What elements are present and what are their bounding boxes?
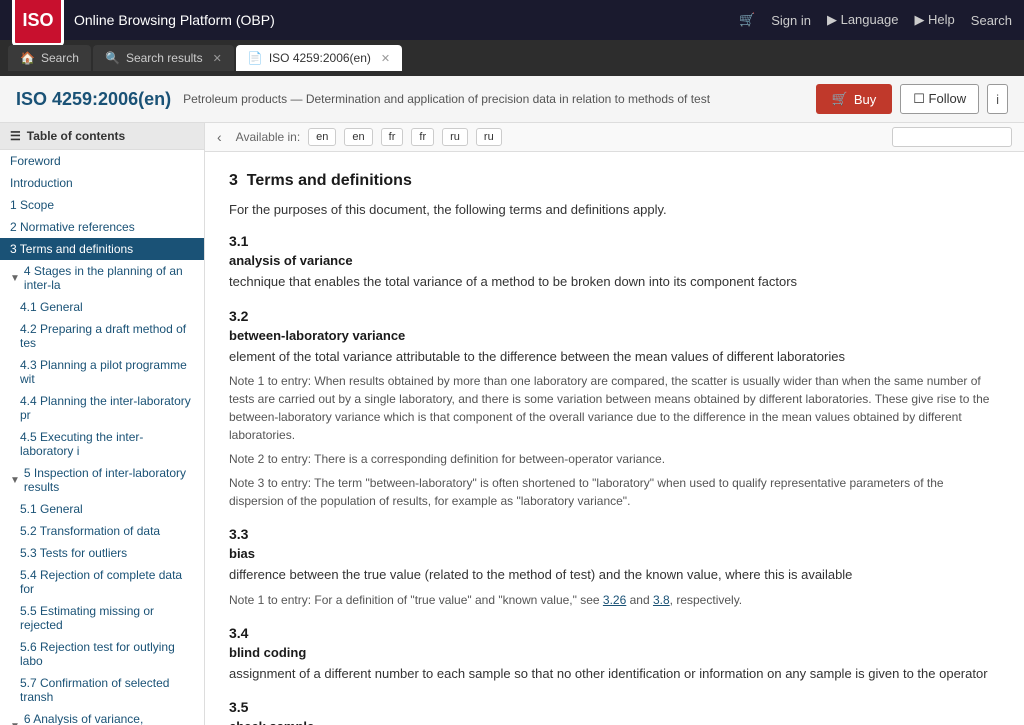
toc-s3[interactable]: 3 Terms and definitions bbox=[0, 238, 204, 260]
section-intro: For the purposes of this document, the f… bbox=[229, 202, 1000, 217]
lang-ru1[interactable]: ru bbox=[442, 128, 468, 146]
tab-home[interactable]: 🏠 Search bbox=[8, 45, 91, 71]
term-3-3-name: bias bbox=[229, 546, 1000, 561]
toc-introduction[interactable]: Introduction bbox=[0, 172, 204, 194]
lang-fr1[interactable]: fr bbox=[381, 128, 404, 146]
ref-3-8[interactable]: 3.8 bbox=[653, 593, 670, 607]
search-icon: 🔍 bbox=[105, 51, 120, 65]
header-actions: 🛒 Sign in ▶ Language ▶ Help Search bbox=[739, 12, 1012, 28]
tab-doc-close[interactable]: ✕ bbox=[381, 52, 390, 65]
checkbox-icon: ☐ bbox=[913, 91, 925, 106]
ref-3-26[interactable]: 3.26 bbox=[603, 593, 626, 607]
toc-s4-4[interactable]: 4.4 Planning the inter-laboratory pr bbox=[0, 390, 204, 426]
content-area: ‹ Available in: en en fr fr ru ru 3 Term… bbox=[205, 123, 1024, 725]
toc-s5-2[interactable]: 5.2 Transformation of data bbox=[0, 520, 204, 542]
tab-results-label: Search results bbox=[126, 51, 203, 65]
search-link[interactable]: Search bbox=[971, 13, 1012, 28]
tab-doc-label: ISO 4259:2006(en) bbox=[269, 51, 371, 65]
doc-actions: 🛒 Buy ☐ Follow i bbox=[816, 84, 1008, 114]
top-header: ISO Online Browsing Platform (OBP) 🛒 Sig… bbox=[0, 0, 1024, 40]
term-3-1-number: 3.1 bbox=[229, 233, 1000, 249]
language-dropdown[interactable]: ▶ Language bbox=[827, 12, 898, 28]
toc-s5-7[interactable]: 5.7 Confirmation of selected transh bbox=[0, 672, 204, 708]
doc-content: 3 Terms and definitions For the purposes… bbox=[205, 152, 1024, 725]
toc-s4-5[interactable]: 4.5 Executing the inter-laboratory i bbox=[0, 426, 204, 462]
term-3-5-number: 3.5 bbox=[229, 699, 1000, 715]
toc-s4-1[interactable]: 4.1 General bbox=[0, 296, 204, 318]
lang-fr2[interactable]: fr bbox=[411, 128, 434, 146]
toc-s4-3[interactable]: 4.3 Planning a pilot programme wit bbox=[0, 354, 204, 390]
buy-button[interactable]: 🛒 Buy bbox=[816, 84, 893, 114]
toc-s5-header[interactable]: ▼5 Inspection of inter-laboratory result… bbox=[0, 462, 204, 498]
lang-search-area bbox=[892, 127, 1012, 147]
lang-bar: ‹ Available in: en en fr fr ru ru bbox=[205, 123, 1024, 152]
term-3-2-name: between-laboratory variance bbox=[229, 328, 1000, 343]
iso-logo: ISO bbox=[12, 0, 64, 46]
term-3-3-number: 3.3 bbox=[229, 526, 1000, 542]
toc-title: Table of contents bbox=[27, 129, 125, 143]
term-3-2-note1: Note 1 to entry: When results obtained b… bbox=[229, 372, 1000, 444]
tab-doc[interactable]: 📄 ISO 4259:2006(en) ✕ bbox=[236, 45, 402, 71]
expand-s6-icon: ▼ bbox=[10, 721, 20, 725]
toc-s5-5[interactable]: 5.5 Estimating missing or rejected bbox=[0, 600, 204, 636]
term-3-4-number: 3.4 bbox=[229, 625, 1000, 641]
toc-s4-header[interactable]: ▼4 Stages in the planning of an inter-la bbox=[0, 260, 204, 296]
term-3-2-note3: Note 3 to entry: The term "between-labor… bbox=[229, 474, 1000, 510]
tab-results-close[interactable]: ✕ bbox=[213, 52, 222, 65]
available-in-label: Available in: bbox=[236, 130, 301, 144]
term-3-2-def: element of the total variance attributab… bbox=[229, 347, 1000, 367]
term-3-3-note1: Note 1 to entry: For a definition of "tr… bbox=[229, 591, 1000, 609]
app-title: Online Browsing Platform (OBP) bbox=[74, 12, 739, 28]
toc-s6-header[interactable]: ▼6 Analysis of variance, calculation an bbox=[0, 708, 204, 725]
toc-s5-4[interactable]: 5.4 Rejection of complete data for bbox=[0, 564, 204, 600]
term-3-1-def: technique that enables the total varianc… bbox=[229, 272, 1000, 292]
lang-en2[interactable]: en bbox=[344, 128, 372, 146]
info-button[interactable]: i bbox=[987, 84, 1008, 114]
term-3-4-name: blind coding bbox=[229, 645, 1000, 660]
toc-s5-6[interactable]: 5.6 Rejection test for outlying labo bbox=[0, 636, 204, 672]
term-3-2-number: 3.2 bbox=[229, 308, 1000, 324]
sidebar-collapse-button[interactable]: ‹ bbox=[217, 129, 222, 145]
toc-menu-icon: ☰ bbox=[10, 129, 21, 143]
toc-foreword[interactable]: Foreword bbox=[0, 150, 204, 172]
lang-en1[interactable]: en bbox=[308, 128, 336, 146]
term-3-2-note2: Note 2 to entry: There is a correspondin… bbox=[229, 450, 1000, 468]
toc-s5-3[interactable]: 5.3 Tests for outliers bbox=[0, 542, 204, 564]
sidebar: ☰ Table of contents Foreword Introductio… bbox=[0, 123, 205, 725]
home-icon: 🏠 bbox=[20, 51, 35, 65]
expand-s5-icon: ▼ bbox=[10, 475, 20, 486]
cart-icon[interactable]: 🛒 bbox=[739, 12, 755, 28]
main-layout: ☰ Table of contents Foreword Introductio… bbox=[0, 123, 1024, 725]
term-3-3-def: difference between the true value (relat… bbox=[229, 565, 1000, 585]
tab-home-label: Search bbox=[41, 51, 79, 65]
tab-search-results[interactable]: 🔍 Search results ✕ bbox=[93, 45, 234, 71]
toc-s4-2[interactable]: 4.2 Preparing a draft method of tes bbox=[0, 318, 204, 354]
toc-s2[interactable]: 2 Normative references bbox=[0, 216, 204, 238]
toc-s5-1[interactable]: 5.1 General bbox=[0, 498, 204, 520]
tab-bar: 🏠 Search 🔍 Search results ✕ 📄 ISO 4259:2… bbox=[0, 40, 1024, 76]
lang-ru2[interactable]: ru bbox=[476, 128, 502, 146]
doc-id: ISO 4259:2006(en) bbox=[16, 89, 171, 110]
cart-btn-icon: 🛒 bbox=[832, 91, 848, 107]
section-heading: 3 Terms and definitions bbox=[229, 172, 1000, 190]
doc-icon: 📄 bbox=[248, 51, 263, 65]
toc-items: Foreword Introduction 1 Scope 2 Normativ… bbox=[0, 150, 204, 725]
doc-subtitle: Petroleum products — Determination and a… bbox=[183, 92, 804, 106]
follow-button[interactable]: ☐ Follow bbox=[900, 84, 979, 114]
term-3-4-def: assignment of a different number to each… bbox=[229, 664, 1000, 684]
lang-search-input[interactable] bbox=[892, 127, 1012, 147]
doc-title-bar: ISO 4259:2006(en) Petroleum products — D… bbox=[0, 76, 1024, 123]
expand-s4-icon: ▼ bbox=[10, 273, 20, 284]
toc-s1[interactable]: 1 Scope bbox=[0, 194, 204, 216]
help-link[interactable]: ▶ Help bbox=[914, 12, 954, 28]
sign-in-link[interactable]: Sign in bbox=[771, 13, 811, 28]
term-3-1-name: analysis of variance bbox=[229, 253, 1000, 268]
toc-header: ☰ Table of contents bbox=[0, 123, 204, 150]
term-3-5-name: check sample bbox=[229, 719, 1000, 725]
